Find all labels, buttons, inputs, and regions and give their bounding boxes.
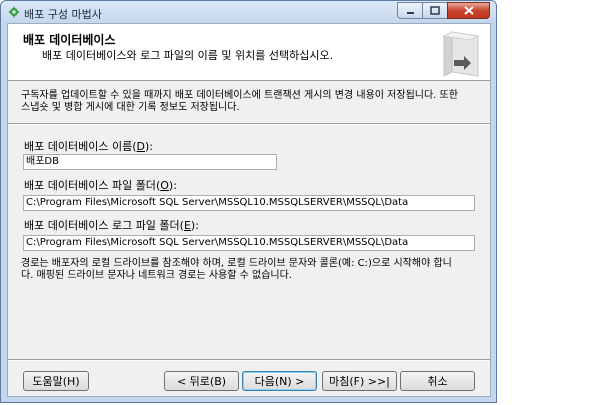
cancel-button[interactable]: 취소 [400, 371, 475, 391]
page-subtitle: 배포 데이터베이스와 로그 파일의 이름 및 위치를 선택하십시오. [42, 49, 334, 62]
back-button[interactable]: < 뒤로(B) [164, 371, 239, 391]
title-bar[interactable]: 배포 구성 마법사 [1, 1, 496, 23]
close-button[interactable] [447, 2, 490, 19]
help-button[interactable]: 도움말(H) [23, 371, 89, 391]
divider [8, 123, 490, 125]
description-line: 구독자를 업데이트할 수 있을 때까지 배포 데이터베이스에 트랜잭션 게시의 … [21, 90, 458, 101]
note-line: 다. 매핑된 드라이브 문자나 네트워크 경로는 사용할 수 없습니다. [21, 270, 292, 281]
wizard-app-icon [8, 6, 20, 18]
wizard-body: 배포 데이터베이스 배포 데이터베이스와 로그 파일의 이름 및 위치를 선택하… [7, 23, 491, 397]
data-folder-input[interactable]: C:\Program Files\Microsoft SQL Server\MS… [23, 195, 475, 211]
path-note: 경로는 배포자의 로컬 드라이브를 참조해야 하며, 로컬 드라이브 문자와 콜… [21, 258, 461, 282]
description-line: 스냅숏 및 병합 게시에 대한 기록 정보도 저장됩니다. [21, 102, 240, 113]
close-icon [463, 6, 474, 15]
description-text: 구독자를 업데이트할 수 있을 때까지 배포 데이터베이스에 트랜잭션 게시의 … [21, 90, 461, 114]
maximize-button[interactable] [422, 2, 447, 19]
minimize-button[interactable] [397, 2, 422, 19]
log-folder-label: 배포 데이터베이스 로그 파일 폴더(E): [24, 219, 199, 232]
footer-divider [8, 359, 490, 361]
maximize-icon [430, 6, 440, 15]
database-server-icon [442, 31, 480, 77]
next-button[interactable]: 다음(N) > [242, 371, 317, 391]
window-title: 배포 구성 마법사 [24, 8, 102, 21]
minimize-icon [406, 11, 414, 14]
log-folder-input[interactable]: C:\Program Files\Microsoft SQL Server\MS… [23, 235, 475, 251]
page-title: 배포 데이터베이스 [23, 33, 116, 47]
note-line: 경로는 배포자의 로컬 드라이브를 참조해야 하며, 로컬 드라이브 문자와 콜… [21, 258, 452, 269]
db-name-label: 배포 데이터베이스 이름(D): [24, 140, 153, 153]
finish-button[interactable]: 마침(F) >>| [322, 371, 397, 391]
data-folder-label: 배포 데이터베이스 파일 폴더(O): [24, 179, 177, 192]
db-name-input[interactable]: 배포DB [23, 154, 277, 170]
wizard-window: 배포 구성 마법사 배포 데이터베이스 배포 데이터베이스와 로그 파일의 이름… [0, 0, 497, 403]
wizard-header: 배포 데이터베이스 배포 데이터베이스와 로그 파일의 이름 및 위치를 선택하… [8, 24, 490, 81]
window-controls [397, 2, 490, 19]
